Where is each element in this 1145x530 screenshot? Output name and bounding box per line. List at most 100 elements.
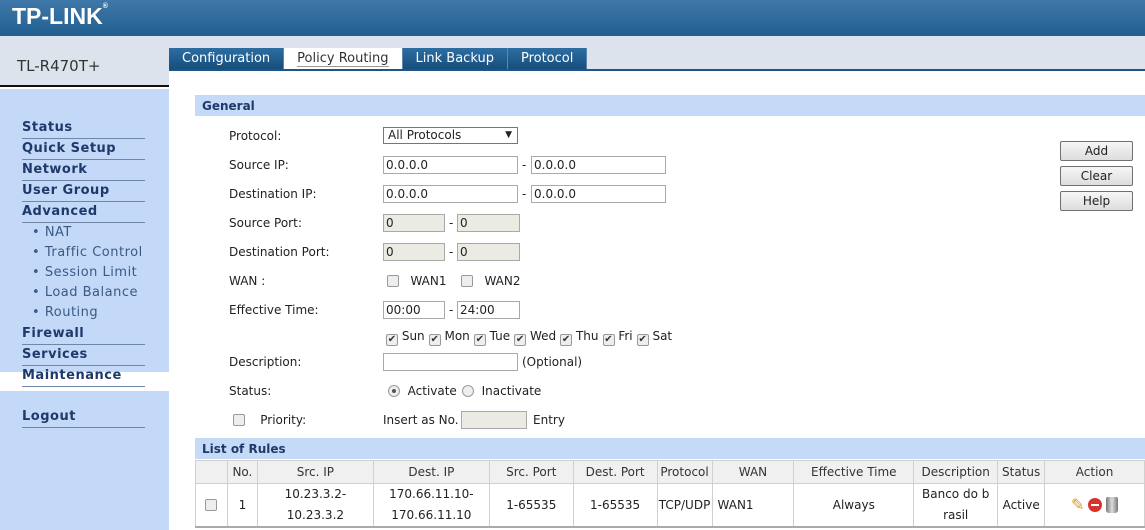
tab-policy-routing[interactable]: Policy Routing bbox=[284, 48, 403, 69]
day-sat-option[interactable]: ✔ Sat bbox=[636, 329, 673, 346]
protocol-select[interactable]: All Protocols ▼ bbox=[383, 127, 518, 144]
sidebar-item-firewall[interactable]: Firewall bbox=[22, 326, 145, 345]
label: WAN2 bbox=[484, 274, 521, 288]
priority-option[interactable]: Priority: bbox=[233, 413, 306, 427]
effective-time-label: Effective Time: bbox=[229, 303, 319, 317]
day-label: Wed bbox=[529, 329, 557, 343]
tab-configuration[interactable]: Configuration bbox=[169, 48, 285, 69]
wan1-option[interactable]: WAN1 bbox=[387, 274, 446, 288]
sidebar-item-network[interactable]: Network bbox=[22, 162, 145, 181]
model-name: TL-R470T+ bbox=[0, 36, 169, 87]
day-label: Mon bbox=[444, 329, 470, 343]
brand-text: TP-LINK bbox=[12, 3, 103, 29]
destination-ip-from-input[interactable]: 0.0.0.0 bbox=[383, 185, 518, 203]
col-dest-ip: Dest. IP bbox=[372, 460, 490, 484]
source-port-to-input[interactable]: 0 bbox=[457, 214, 520, 232]
day-checkbox[interactable]: ✔ bbox=[602, 334, 615, 346]
sidebar-sub-load-balance[interactable]: • Load Balance bbox=[32, 285, 138, 300]
sidebar-item-advanced[interactable]: Advanced bbox=[22, 204, 145, 223]
destination-port-from-input[interactable]: 0 bbox=[383, 243, 445, 261]
cell-no: 1 bbox=[226, 483, 258, 528]
day-checkbox[interactable]: ✔ bbox=[386, 334, 398, 346]
tab-link-backup[interactable]: Link Backup bbox=[402, 48, 508, 69]
day-label: Tue bbox=[489, 329, 511, 343]
source-ip-label: Source IP: bbox=[229, 158, 289, 172]
col-src-port: Src. Port bbox=[488, 460, 574, 484]
cell-src-port: 1-65535 bbox=[488, 483, 574, 528]
day-tue-option[interactable]: ✔ Tue bbox=[473, 329, 511, 346]
tab-protocol[interactable]: Protocol bbox=[507, 48, 588, 69]
source-ip-to-input[interactable]: 0.0.0.0 bbox=[531, 156, 666, 174]
col-status: Status bbox=[997, 460, 1046, 484]
optional-hint: (Optional) bbox=[522, 355, 583, 369]
destination-ip-to-input[interactable]: 0.0.0.0 bbox=[531, 185, 666, 203]
tab-underline bbox=[169, 69, 1145, 71]
wan2-checkbox[interactable] bbox=[461, 275, 473, 287]
dropdown-arrow-icon: ▼ bbox=[505, 130, 512, 140]
help-button[interactable]: Help bbox=[1060, 191, 1133, 211]
insert-as-label: Insert as No. bbox=[383, 413, 459, 427]
sidebar-item-logout[interactable]: Logout bbox=[22, 409, 145, 428]
time-to-input[interactable]: 24:00 bbox=[457, 301, 520, 319]
cell-src-ip: 10.23.3.2-10.23.3.2 bbox=[256, 483, 374, 528]
sidebar-item-maintenance[interactable]: Maintenance bbox=[22, 368, 145, 387]
inactivate-radio[interactable] bbox=[462, 385, 474, 397]
label: Traffic Control bbox=[44, 245, 143, 260]
day-checkbox[interactable]: ✔ bbox=[636, 334, 649, 346]
col-protocol: Protocol bbox=[656, 460, 713, 484]
time-from-input[interactable]: 00:00 bbox=[383, 301, 445, 319]
edit-pencil-icon[interactable]: ✎ bbox=[1071, 495, 1084, 514]
day-fri-option[interactable]: ✔ Fri bbox=[602, 329, 633, 346]
cell-wan: WAN1 bbox=[711, 483, 795, 528]
rules-table: No. Src. IP Dest. IP Src. Port Dest. Por… bbox=[195, 460, 1145, 528]
sidebar-item-status[interactable]: Status bbox=[22, 120, 145, 139]
day-checkbox[interactable]: ✔ bbox=[428, 334, 441, 346]
day-checkbox[interactable]: ✔ bbox=[514, 334, 527, 346]
header-bar: TP-LINK® bbox=[0, 0, 1145, 36]
tab-bar: Configuration Policy Routing Link Backup… bbox=[169, 48, 588, 69]
source-port-from-input[interactable]: 0 bbox=[383, 214, 445, 232]
inactivate-option[interactable]: Inactivate bbox=[462, 384, 541, 398]
day-checkbox[interactable]: ✔ bbox=[473, 334, 486, 346]
destination-port-label: Destination Port: bbox=[229, 245, 330, 259]
row-checkbox[interactable] bbox=[205, 498, 218, 511]
sidebar-sub-traffic-control[interactable]: • Traffic Control bbox=[32, 245, 143, 260]
sidebar-item-services[interactable]: Services bbox=[22, 347, 145, 366]
clear-button[interactable]: Clear bbox=[1060, 166, 1133, 186]
insert-number-input[interactable] bbox=[461, 411, 527, 429]
disable-icon[interactable] bbox=[1088, 497, 1103, 512]
sidebar-item-quick-setup[interactable]: Quick Setup bbox=[22, 141, 145, 160]
activate-option[interactable]: Activate bbox=[388, 384, 457, 398]
day-sun-option[interactable]: ✔ Sun bbox=[386, 329, 425, 346]
label: Inactivate bbox=[481, 384, 542, 398]
day-thu-option[interactable]: ✔ Thu bbox=[560, 329, 599, 346]
add-button[interactable]: Add bbox=[1060, 141, 1133, 161]
wan2-option[interactable]: WAN2 bbox=[461, 274, 520, 288]
source-port-label: Source Port: bbox=[229, 216, 302, 230]
sidebar-sub-routing[interactable]: • Routing bbox=[32, 305, 98, 320]
wan1-checkbox[interactable] bbox=[387, 275, 399, 287]
label: WAN1 bbox=[410, 274, 447, 288]
label: Policy Routing bbox=[297, 51, 389, 67]
row-select-cell bbox=[195, 483, 228, 528]
activate-radio[interactable] bbox=[388, 385, 400, 397]
day-mon-option[interactable]: ✔ Mon bbox=[428, 329, 470, 346]
priority-checkbox[interactable] bbox=[233, 414, 245, 426]
cell-action: ✎ bbox=[1044, 483, 1145, 528]
dash: - bbox=[449, 303, 454, 317]
day-checkbox[interactable]: ✔ bbox=[560, 334, 573, 346]
delete-trash-icon[interactable] bbox=[1106, 496, 1119, 513]
description-label: Description: bbox=[229, 355, 302, 369]
label: Load Balance bbox=[44, 285, 138, 300]
sidebar-sub-session-limit[interactable]: • Session Limit bbox=[32, 265, 137, 280]
dash: - bbox=[522, 158, 527, 172]
sidebar-item-user-group[interactable]: User Group bbox=[22, 183, 145, 202]
day-wed-option[interactable]: ✔ Wed bbox=[514, 329, 557, 346]
col-effective-time: Effective Time bbox=[793, 460, 915, 484]
source-ip-from-input[interactable]: 0.0.0.0 bbox=[383, 156, 518, 174]
destination-port-to-input[interactable]: 0 bbox=[457, 243, 520, 261]
description-input[interactable] bbox=[383, 353, 518, 371]
sidebar-sub-nat[interactable]: • NAT bbox=[32, 225, 72, 240]
day-label: Sat bbox=[652, 329, 673, 343]
destination-ip-label: Destination IP: bbox=[229, 187, 317, 201]
